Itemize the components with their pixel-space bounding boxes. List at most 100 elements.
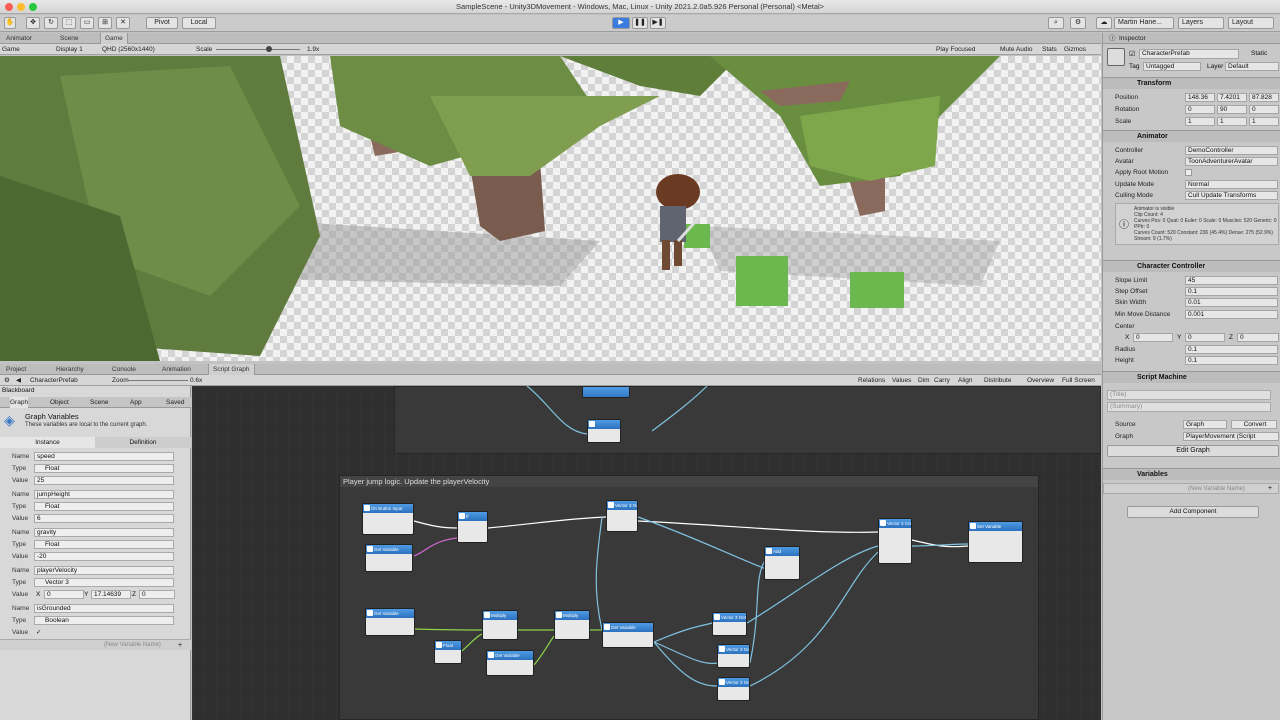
scope-tab-scene[interactable]: Scene (90, 397, 108, 408)
slope-limit-field[interactable]: 45 (1185, 276, 1278, 285)
script-graph-canvas[interactable]: Player jump logic. Update the playerVelo… (192, 386, 1101, 720)
var-name-field[interactable]: playerVelocity (34, 566, 174, 575)
carry-toggle[interactable]: Carry (934, 375, 950, 386)
tab-console[interactable]: Console (108, 364, 140, 375)
gear-icon[interactable]: ⚙ (1070, 17, 1086, 29)
new-variable-input[interactable]: (New Variable Name) (1188, 484, 1245, 494)
close-window-button[interactable] (5, 3, 13, 11)
static-checkbox[interactable]: Static (1251, 50, 1267, 57)
animator-header[interactable]: Animator (1103, 130, 1280, 142)
add-component-button[interactable]: Add Component (1127, 506, 1259, 518)
lock-icon[interactable]: ⚙ (4, 375, 10, 386)
dim-toggle[interactable]: Dim (918, 375, 930, 386)
fullscreen-button[interactable]: Full Screen (1062, 375, 1095, 386)
center-x-field[interactable]: 0 (1133, 333, 1173, 342)
search-icon[interactable]: ⌕ (1048, 17, 1064, 29)
tab-project[interactable]: Project (2, 364, 30, 375)
minimize-window-button[interactable] (17, 3, 25, 11)
layer-dropdown[interactable]: Default (1225, 62, 1279, 71)
transform-tool-icon[interactable]: ⊞ (98, 17, 112, 29)
title-input[interactable]: (Title) (1107, 390, 1271, 400)
scale-z-field[interactable]: 1 (1249, 117, 1279, 126)
vector-x-field[interactable]: 0 (44, 590, 84, 599)
vector3-get-y-node[interactable]: Vector 3 Get Y (717, 644, 750, 668)
stats-toggle[interactable]: Stats (1042, 44, 1057, 55)
scale-tool-icon[interactable]: ⬚ (62, 17, 76, 29)
active-checkbox[interactable]: ☑ (1129, 50, 1135, 58)
tab-animation[interactable]: Animation (158, 364, 195, 375)
add-variable-button[interactable]: + (178, 640, 182, 651)
graph-node[interactable] (582, 386, 630, 398)
game-view-dropdown[interactable]: Game (2, 44, 20, 55)
position-x-field[interactable]: 148.36 (1185, 93, 1215, 102)
back-icon[interactable]: ◀ (16, 375, 21, 386)
rotation-z-field[interactable]: 0 (1249, 105, 1279, 114)
zoom-slider[interactable] (128, 380, 188, 381)
vector3-get-y-node[interactable]: Vector 3 Get Y (606, 500, 638, 532)
var-type-dropdown[interactable]: Boolean (34, 616, 174, 625)
vector-y-field[interactable]: 17.14639 (91, 590, 131, 599)
var-name-field[interactable]: isGrounded (34, 604, 174, 613)
instance-tab[interactable]: Instance (0, 437, 95, 448)
var-name-field[interactable]: speed (34, 452, 174, 461)
transform-header[interactable]: Transform (1103, 77, 1280, 89)
summary-input[interactable]: (Summary) (1107, 402, 1271, 412)
mute-audio-toggle[interactable]: Mute Audio (1000, 44, 1033, 55)
rotation-y-field[interactable]: 90 (1217, 105, 1247, 114)
update-mode-dropdown[interactable]: Normal (1185, 180, 1278, 189)
var-name-field[interactable]: gravity (34, 528, 174, 537)
rotation-x-field[interactable]: 0 (1185, 105, 1215, 114)
scope-tab-graph[interactable]: Graph (10, 397, 29, 408)
scale-x-field[interactable]: 1 (1185, 117, 1215, 126)
tab-animator[interactable]: Animator (2, 33, 36, 44)
tab-inspector[interactable]: Inspector (1119, 33, 1146, 44)
multiply-node[interactable]: Multiply (482, 610, 518, 640)
var-name-field[interactable]: jumpHeight (34, 490, 174, 499)
vector3-get-x-node[interactable]: Vector 3 Get X (712, 612, 747, 636)
edit-graph-button[interactable]: Edit Graph (1107, 445, 1279, 457)
if-node[interactable]: If (457, 511, 488, 543)
zoom-window-button[interactable] (29, 3, 37, 11)
controller-field[interactable]: DemoController (1185, 146, 1278, 155)
get-variable-node[interactable]: Get Variable (602, 622, 654, 648)
position-z-field[interactable]: 87.828 (1249, 93, 1279, 102)
radius-field[interactable]: 0.1 (1185, 345, 1278, 354)
tag-dropdown[interactable]: Untagged (1143, 62, 1201, 71)
pivot-toggle[interactable]: Pivot (146, 17, 178, 29)
step-button[interactable]: ▶❚ (650, 17, 666, 29)
var-value-field[interactable]: -20 (34, 552, 174, 561)
relations-toggle[interactable]: Relations (858, 375, 885, 386)
scope-tab-app[interactable]: App (130, 397, 142, 408)
local-toggle[interactable]: Local (182, 17, 216, 29)
graph-asset-field[interactable]: PlayerMovement (Script (1183, 432, 1279, 441)
character-controller-header[interactable]: Character Controller (1103, 260, 1280, 272)
tab-game[interactable]: Game (100, 33, 128, 44)
layers-dropdown[interactable]: Layers (1178, 17, 1224, 29)
resolution-dropdown[interactable]: QHD (2560x1440) (102, 44, 155, 55)
new-variable-input[interactable]: (New Variable Name) (104, 640, 161, 651)
rotate-tool-icon[interactable]: ↻ (44, 17, 58, 29)
tab-script-graph[interactable]: Script Graph (208, 364, 255, 375)
float-literal-node[interactable]: Float (434, 640, 462, 664)
add-variable-button[interactable]: + (1268, 484, 1272, 494)
layout-dropdown[interactable]: Layout (1228, 17, 1274, 29)
min-move-field[interactable]: 0.001 (1185, 310, 1278, 319)
get-variable-node[interactable]: Get Variable (365, 608, 415, 636)
breadcrumb-asset[interactable]: CharacterPrefab (30, 375, 78, 386)
position-y-field[interactable]: 7.4201 (1217, 93, 1247, 102)
vector-z-field[interactable]: 0 (139, 590, 175, 599)
get-variable-node[interactable]: Get Variable (365, 544, 413, 572)
vector3-create-node[interactable]: Vector 3 Create (878, 518, 912, 564)
values-toggle[interactable]: Values (892, 375, 911, 386)
center-y-field[interactable]: 0 (1185, 333, 1225, 342)
tab-scene[interactable]: Scene (56, 33, 82, 44)
step-offset-field[interactable]: 0.1 (1185, 287, 1278, 296)
play-button[interactable]: ▶ (612, 17, 630, 29)
avatar-field[interactable]: ToonAdventurerAvatar (1185, 157, 1278, 166)
scale-y-field[interactable]: 1 (1217, 117, 1247, 126)
move-tool-icon[interactable]: ✥ (26, 17, 40, 29)
convert-button[interactable]: Convert (1231, 420, 1277, 429)
account-dropdown[interactable]: Martin Hane... (1114, 17, 1174, 29)
script-machine-header[interactable]: Script Machine (1103, 371, 1280, 383)
graph-node[interactable] (587, 419, 621, 443)
